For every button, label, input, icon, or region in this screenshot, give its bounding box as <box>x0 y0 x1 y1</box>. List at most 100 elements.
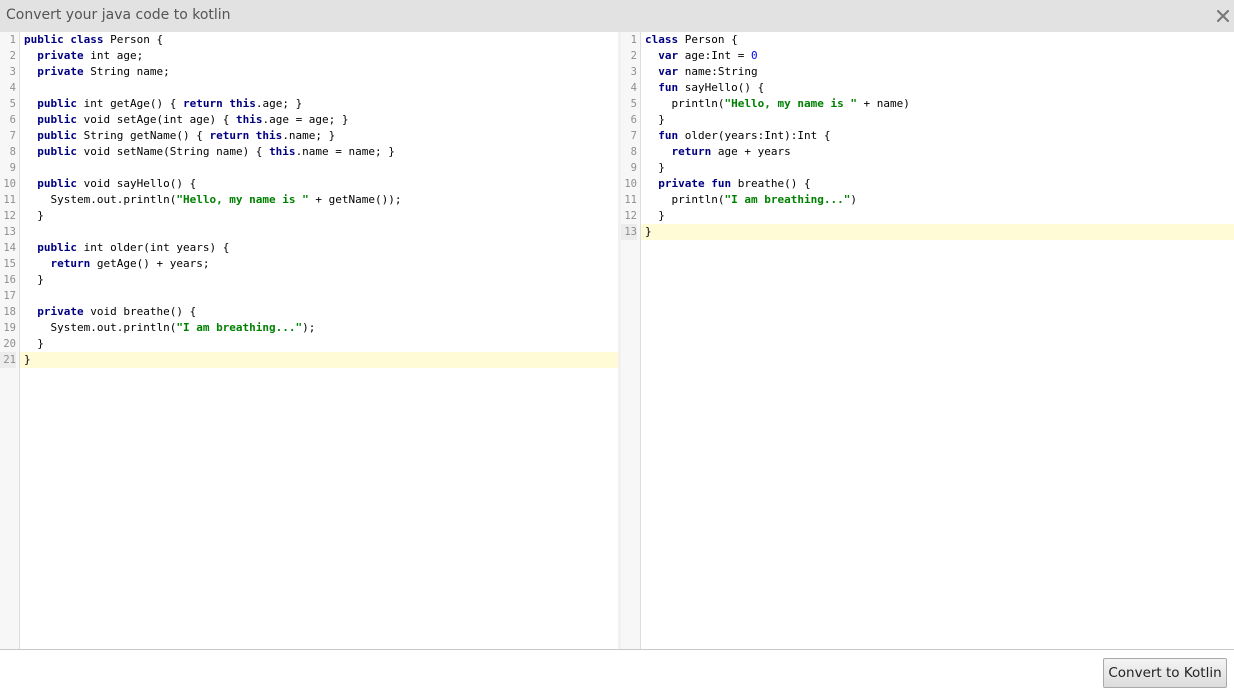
java-code-token <box>24 257 51 270</box>
convert-to-kotlin-button[interactable]: Convert to Kotlin <box>1103 658 1227 688</box>
java-line-number: 18 <box>3 306 16 318</box>
java-code-line: 4 <box>10 80 618 96</box>
kotlin-code-token <box>645 81 658 94</box>
kotlin-code-token <box>645 177 658 190</box>
java-code-token: } <box>24 337 44 350</box>
kotlin-line-number: 9 <box>630 162 637 174</box>
kotlin-code-line: 12 } <box>624 208 1234 224</box>
kotlin-line-number: 6 <box>630 114 637 126</box>
kotlin-line-number: 13 <box>621 224 637 240</box>
java-code-token: .age = age; } <box>262 113 349 126</box>
kotlin-line-text: private fun breathe() { <box>645 176 810 192</box>
java-code-token <box>24 241 37 254</box>
dialog-title: Convert your java code to kotlin <box>6 7 231 23</box>
java-code-token: private <box>37 49 84 62</box>
kotlin-code-line: 10 private fun breathe() { <box>624 176 1234 192</box>
java-code-token <box>24 97 37 110</box>
java-line-text: return getAge() + years; <box>24 256 210 272</box>
kotlin-code-token: Person { <box>678 33 738 46</box>
java-code-token: .name; } <box>282 129 336 142</box>
java-code-token: return this <box>182 97 256 110</box>
java-line-text: } <box>24 208 44 224</box>
java-line-number: 15 <box>3 258 16 270</box>
java-line-number: 13 <box>3 226 16 238</box>
kotlin-code-editor[interactable]: 1 class Person {2 var age:Int = 03 var na… <box>621 32 1234 649</box>
kotlin-code-token: class <box>645 33 679 46</box>
kotlin-code-token: ) <box>850 193 857 206</box>
kotlin-code-token: println( <box>645 97 725 110</box>
kotlin-code-line: 3 var name:String <box>631 64 1234 80</box>
java-code-token: private <box>37 305 84 318</box>
java-code-token: int older(int years) { <box>77 241 230 254</box>
java-code-line: 13 <box>3 224 618 240</box>
java-code-line: 14 public int older(int years) { <box>3 240 618 256</box>
editors-area: 1 public class Person {2 private int age;… <box>0 32 1234 649</box>
java-code-line: 11 System.out.println("Hello, my name is… <box>3 192 618 208</box>
dialog-footer: Convert to Kotlin <box>0 649 1234 694</box>
kotlin-code-token: age + years <box>711 145 791 158</box>
kotlin-code-lines: 1 class Person {2 var age:Int = 03 var na… <box>621 32 1234 240</box>
java-code-token: this <box>235 113 263 126</box>
kotlin-code-token: + name) <box>856 97 910 110</box>
kotlin-line-text: } <box>645 224 652 240</box>
java-line-text: System.out.println("Hello, my name is " … <box>24 192 401 208</box>
kotlin-line-text: println("Hello, my name is " + name) <box>645 96 910 112</box>
kotlin-code-token: fun <box>658 81 679 94</box>
kotlin-code-line: 5 println("Hello, my name is " + name) <box>631 96 1234 112</box>
java-code-token: this <box>269 145 296 158</box>
kotlin-code-token <box>645 145 672 158</box>
java-code-editor[interactable]: 1 public class Person {2 private int age;… <box>0 32 618 649</box>
java-code-token <box>24 129 37 142</box>
kotlin-code-token: name:String <box>678 65 758 78</box>
kotlin-line-number: 12 <box>624 210 637 222</box>
java-line-text: public int older(int years) { <box>24 240 229 256</box>
java-code-token <box>24 65 37 78</box>
close-button[interactable] <box>1212 2 1234 26</box>
kotlin-code-token: fun <box>658 129 679 142</box>
java-line-text: private void breathe() { <box>24 304 196 320</box>
java-code-token: Person { <box>103 33 164 46</box>
java-code-line: 9 <box>10 160 618 176</box>
kotlin-code-area[interactable]: 1 class Person {2 var age:Int = 03 var na… <box>621 32 1234 649</box>
java-line-number: 20 <box>3 338 16 350</box>
java-code-line: 5 public int getAge() { return this.age;… <box>10 96 618 112</box>
kotlin-line-number: 3 <box>630 66 637 78</box>
java-code-token: String getName() { <box>77 129 210 142</box>
java-code-line: 19 System.out.println("I am breathing...… <box>3 320 618 336</box>
java-code-line: 2 private int age; <box>10 48 618 64</box>
kotlin-line-text: var name:String <box>645 64 758 80</box>
kotlin-code-line: 9 } <box>631 160 1234 176</box>
kotlin-line-text: } <box>645 160 665 176</box>
java-code-token <box>24 145 37 158</box>
java-line-text: public int getAge() { return this.age; } <box>24 96 302 112</box>
kotlin-code-line: 11 println("I am breathing...") <box>624 192 1234 208</box>
kotlin-code-line: 1 class Person { <box>631 32 1234 48</box>
java-line-text: System.out.println("I am breathing..."); <box>24 320 315 336</box>
java-line-number: 1 <box>9 34 16 46</box>
java-code-token: void setName(String name) { <box>77 145 270 158</box>
convert-dialog: Convert your java code to kotlin 1 public… <box>0 0 1234 694</box>
java-code-token: int getAge() { <box>77 97 183 110</box>
java-code-token <box>24 113 37 126</box>
kotlin-line-number: 1 <box>630 34 637 46</box>
java-code-token: void breathe() { <box>83 305 197 318</box>
kotlin-code-token: "Hello, my name is " <box>724 97 857 110</box>
kotlin-line-number: 2 <box>630 50 637 62</box>
java-code-token: "Hello, my name is " <box>176 193 309 206</box>
java-code-line: 1 public class Person { <box>10 32 618 48</box>
java-code-token: return this <box>209 129 283 142</box>
java-code-token: "I am breathing..." <box>176 321 303 334</box>
java-code-token: private <box>37 65 84 78</box>
kotlin-line-text: } <box>645 208 665 224</box>
java-code-lines: 1 public class Person {2 private int age;… <box>0 32 618 368</box>
java-code-token: } <box>24 353 31 366</box>
kotlin-code-token: private fun <box>658 177 732 190</box>
java-line-text: private String name; <box>24 64 170 80</box>
kotlin-code-token: } <box>645 113 665 126</box>
java-line-number: 21 <box>0 352 16 368</box>
java-code-area[interactable]: 1 public class Person {2 private int age;… <box>0 32 618 649</box>
java-code-token: public <box>37 177 77 190</box>
java-code-token: String name; <box>83 65 170 78</box>
java-code-token: public <box>37 97 77 110</box>
kotlin-code-token <box>645 129 658 142</box>
